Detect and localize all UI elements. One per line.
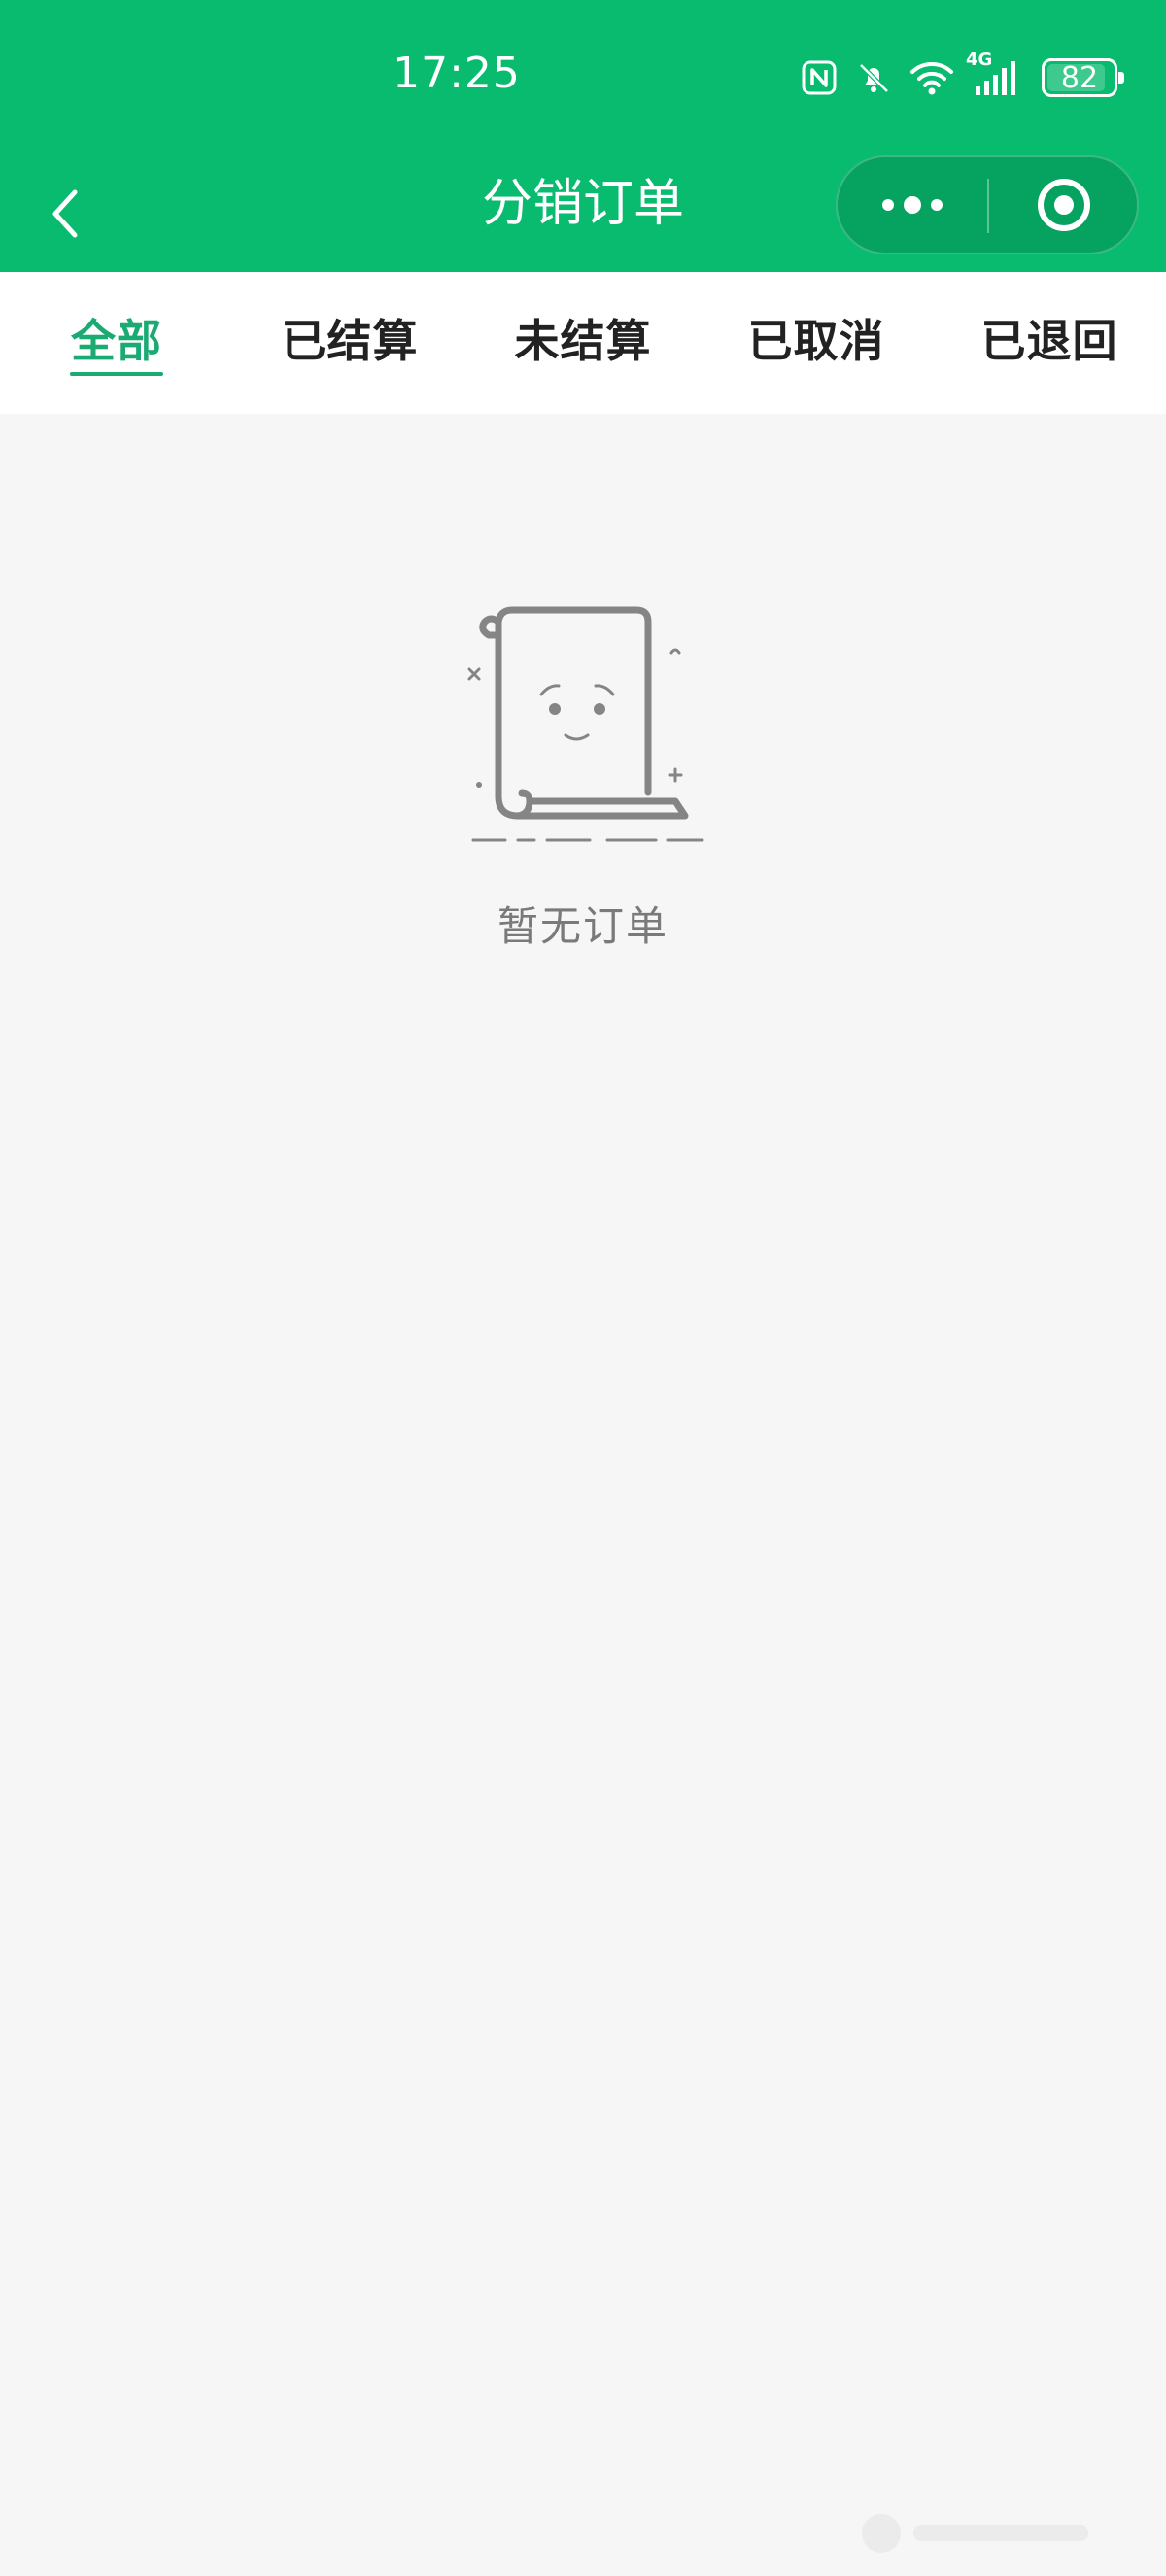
network-type: 4G [966, 50, 993, 70]
bell-muted-icon [855, 59, 892, 96]
empty-message: 暂无订单 [497, 902, 669, 950]
tab-all[interactable]: 全部 [0, 272, 233, 414]
more-button[interactable] [838, 157, 987, 253]
chevron-left-icon [52, 189, 78, 238]
tab-settled[interactable]: 已结算 [233, 272, 466, 414]
close-button[interactable] [989, 157, 1139, 253]
active-tab-indicator [70, 372, 163, 376]
target-close-icon [1038, 179, 1090, 231]
tab-cancelled[interactable]: 已取消 [700, 272, 933, 414]
tab-returned[interactable]: 已退回 [933, 272, 1166, 414]
app-header: 17:25 4G 82 分销订单 [0, 0, 1166, 272]
status-bar: 17:25 4G 82 [0, 0, 1166, 155]
mini-program-capsule [836, 155, 1139, 254]
status-time: 17:25 [393, 49, 521, 98]
tab-unsettled[interactable]: 未结算 [466, 272, 700, 414]
tab-label: 已退回 [980, 315, 1118, 367]
battery-level: 82 [1060, 60, 1099, 95]
page-title: 分销订单 [481, 175, 684, 233]
back-button[interactable] [31, 175, 99, 253]
nfc-icon [801, 59, 838, 96]
tab-label: 已取消 [747, 315, 885, 367]
empty-scroll-icon [467, 606, 704, 842]
tab-label: 已结算 [281, 315, 419, 367]
wifi-icon [909, 59, 954, 96]
tab-label: 全部 [71, 315, 162, 367]
battery-icon: 82 [1042, 58, 1124, 97]
more-dots-icon [882, 196, 943, 214]
order-status-tabs: 全部 已结算 未结算 已取消 已退回 [0, 272, 1166, 414]
tab-label: 未结算 [514, 315, 652, 367]
watermark-logo [862, 2514, 1088, 2553]
status-icons: 4G 82 [801, 49, 1124, 107]
nav-bar: 分销订单 [0, 155, 1166, 272]
signal-icon: 4G [966, 50, 1024, 98]
